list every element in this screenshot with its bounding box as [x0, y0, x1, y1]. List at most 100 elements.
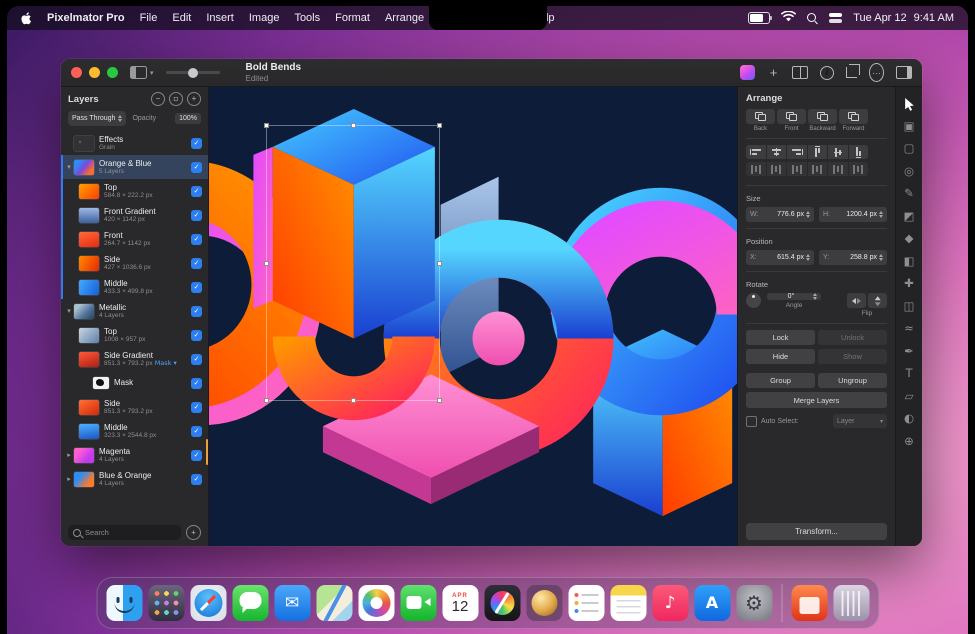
layer-row[interactable]: Side Gradient851.3 × 793.2 px Mask ▾✓ [61, 347, 208, 371]
apple-menu-icon[interactable] [21, 11, 33, 25]
distribute-button[interactable] [849, 162, 869, 176]
layer-row[interactable]: EffectsGrain✓ [61, 131, 208, 155]
type-tool-icon[interactable]: T [901, 366, 917, 382]
current-tool-icon[interactable] [740, 65, 755, 80]
angle-field[interactable]: 0° [767, 293, 821, 300]
selection-handle[interactable] [264, 261, 269, 266]
layer-thumbnail[interactable] [74, 472, 94, 487]
layer-thumbnail[interactable] [74, 304, 94, 319]
layer-thumbnail[interactable] [79, 424, 99, 439]
chevron-down-icon[interactable]: ▾ [150, 69, 154, 77]
layer-visibility-checkbox[interactable]: ✓ [191, 282, 202, 293]
layer-thumbnail[interactable] [74, 136, 94, 151]
auto-select-dropdown[interactable]: Layer ▾ [833, 414, 887, 428]
align-middle-button[interactable] [828, 145, 848, 159]
dock-launchpad-icon[interactable] [148, 585, 184, 621]
layer-row[interactable]: Top1008 × 957 px✓ [61, 323, 208, 347]
arrange-tool-icon[interactable] [901, 96, 917, 112]
align-right-button[interactable] [787, 145, 807, 159]
chevron-right-icon[interactable]: ▸ [64, 475, 74, 483]
dock-calendar-icon[interactable]: APR12 [442, 585, 478, 621]
layer-row[interactable]: Top584.8 × 222.2 px✓ [61, 179, 208, 203]
menu-clock[interactable]: Tue Apr 12 9:41 AM [853, 12, 954, 24]
merge-layers-button[interactable]: Merge Layers [746, 392, 887, 408]
selection-handle[interactable] [264, 398, 269, 403]
fill-tool-icon[interactable]: ◆ [901, 231, 917, 247]
menu-item[interactable]: Image [249, 12, 280, 24]
control-center-icon[interactable] [829, 13, 842, 23]
layer-visibility-checkbox[interactable]: ✓ [191, 354, 202, 365]
color-tool-icon[interactable]: ◐ [901, 411, 917, 427]
transform-tool-icon[interactable]: ▣ [901, 119, 917, 135]
dock-trash-icon[interactable] [833, 585, 869, 621]
close-button[interactable] [71, 67, 82, 78]
layer-visibility-checkbox[interactable]: ✓ [191, 234, 202, 245]
menu-item[interactable]: Tools [294, 12, 320, 24]
dock-facetime-icon[interactable] [400, 585, 436, 621]
distribute-button[interactable] [746, 162, 766, 176]
layer-thumbnail[interactable] [79, 400, 99, 415]
mask-link[interactable]: Mask ▾ [153, 360, 177, 367]
battery-icon[interactable] [748, 12, 770, 24]
layer-thumbnail[interactable] [79, 328, 99, 343]
selection-handle[interactable] [437, 123, 442, 128]
stepper-arrows-icon[interactable] [879, 254, 883, 261]
layer-row[interactable]: ▸Blue & Orange4 Layers✓ [61, 467, 208, 491]
group-button[interactable]: Group [746, 373, 815, 388]
chevron-down-icon[interactable]: ▾ [64, 163, 74, 171]
unlock-button[interactable]: Unlock [818, 330, 887, 345]
layer-visibility-checkbox[interactable]: ✓ [191, 306, 202, 317]
gradient-tool-icon[interactable]: ◧ [901, 254, 917, 270]
minimize-button[interactable] [89, 67, 100, 78]
dock-notes-icon[interactable] [610, 585, 646, 621]
clone-tool-icon[interactable]: ◫ [901, 299, 917, 315]
layer-row[interactable]: Side427 × 1036.6 px✓ [61, 251, 208, 275]
layer-visibility-checkbox[interactable]: ✓ [191, 450, 202, 461]
show-button[interactable]: Show [818, 349, 887, 364]
layer-row[interactable]: Middle323.3 × 2544.8 px✓ [61, 419, 208, 443]
align-top-button[interactable] [808, 145, 828, 159]
layer-visibility-checkbox[interactable]: ✓ [191, 330, 202, 341]
chevron-right-icon[interactable]: ▸ [64, 451, 74, 459]
dock-messages-icon[interactable] [232, 585, 268, 621]
remove-layer-icon[interactable]: − [151, 92, 165, 106]
menu-item[interactable]: Edit [172, 12, 191, 24]
layer-row[interactable]: ▾Metallic4 Layers✓ [61, 299, 208, 323]
info-icon[interactable]: i [820, 66, 834, 80]
menu-item[interactable]: Insert [206, 12, 234, 24]
selection-handle[interactable] [437, 261, 442, 266]
flip-vertical-button[interactable] [868, 293, 887, 308]
zoom-tool-icon[interactable]: ⊕ [901, 434, 917, 450]
rotate-knob[interactable] [746, 293, 761, 308]
layer-thumbnail[interactable] [93, 377, 109, 389]
layer-row[interactable]: ▸Magenta4 Layers✓ [61, 443, 208, 467]
layer-visibility-checkbox[interactable]: ✓ [191, 402, 202, 413]
layer-visibility-checkbox[interactable]: ✓ [191, 162, 202, 173]
filter-add-icon[interactable]: + [186, 525, 201, 540]
layer-thumbnail[interactable] [79, 256, 99, 271]
distribute-button[interactable] [808, 162, 828, 176]
menu-item[interactable]: File [140, 12, 158, 24]
shape-tool-icon[interactable]: ▱ [901, 389, 917, 405]
align-left-button[interactable] [746, 145, 766, 159]
opacity-field[interactable]: 100% [175, 113, 201, 124]
spotlight-search-icon[interactable] [807, 13, 818, 24]
crop-icon[interactable] [846, 67, 857, 78]
selection-box[interactable] [266, 125, 440, 401]
layer-visibility-checkbox[interactable]: ✓ [191, 258, 202, 269]
zoom-slider[interactable] [166, 71, 220, 74]
dock-finder-icon[interactable] [106, 585, 142, 621]
align-bottom-button[interactable] [849, 145, 869, 159]
order-backward-button[interactable]: Backward [808, 109, 837, 132]
lock-button[interactable]: Lock [746, 330, 815, 345]
stepper-arrows-icon[interactable] [806, 211, 810, 218]
auto-select-checkbox[interactable] [746, 416, 757, 427]
dock-safari-icon[interactable] [190, 585, 226, 621]
layer-visibility-checkbox[interactable]: ✓ [191, 186, 202, 197]
distribute-button[interactable] [767, 162, 787, 176]
hide-button[interactable]: Hide [746, 349, 815, 364]
selection-handle[interactable] [351, 398, 356, 403]
retouch-tool-icon[interactable]: ✚ [901, 276, 917, 292]
transform-button[interactable]: Transform... [746, 523, 887, 540]
flip-horizontal-button[interactable] [847, 293, 866, 308]
